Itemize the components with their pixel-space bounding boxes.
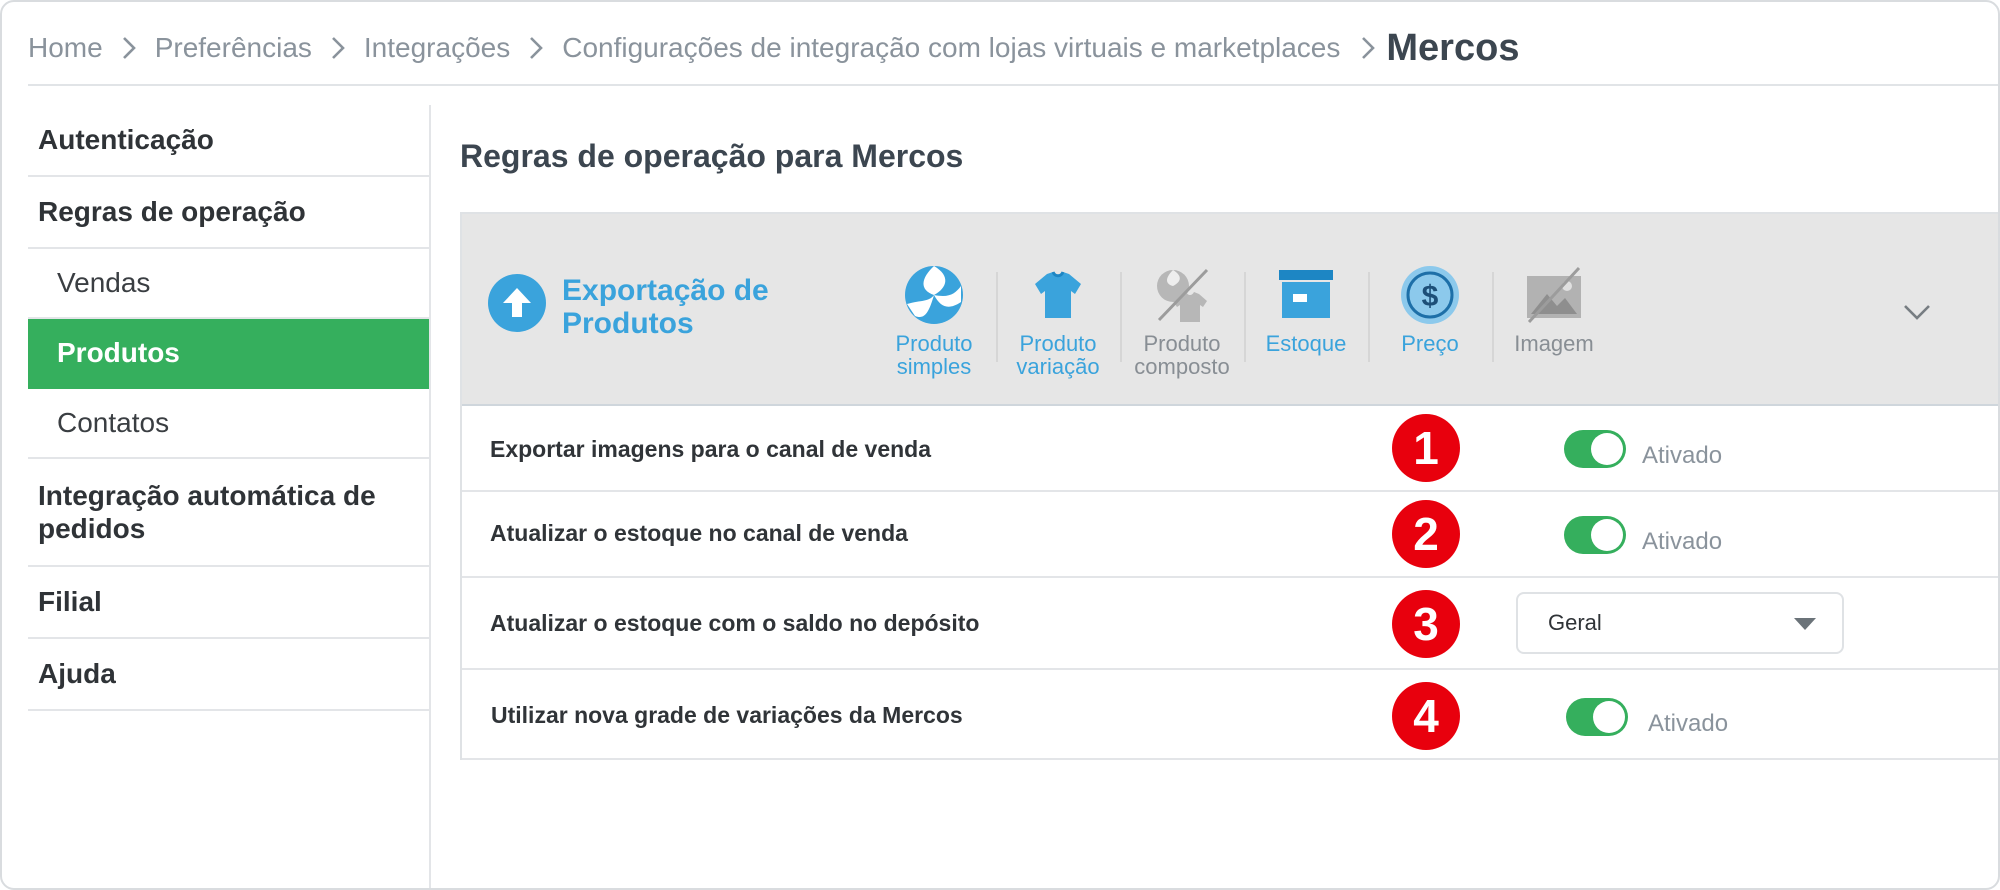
sidebar-item-label: Vendas (57, 267, 151, 298)
sidebar-item-label: Autenticação (38, 124, 214, 155)
toggle-status: Ativado (1642, 442, 1723, 469)
select-value: Geral (1548, 610, 1602, 635)
breadcrumb-integracoes[interactable]: Integrações (364, 32, 510, 64)
dollar-icon: $ (1401, 266, 1459, 324)
toggle-switch[interactable] (1566, 698, 1628, 736)
number-badge: 3 (1392, 590, 1460, 658)
tab-label: Produto simples (895, 331, 973, 379)
setting-row-exportar-imagens: Exportar imagens para o canal de venda 1… (462, 406, 1998, 492)
sidebar-divider (429, 105, 431, 888)
tab-estoque[interactable]: Estoque (1244, 264, 1368, 394)
sidebar-item-label: Produtos (57, 337, 180, 368)
svg-text:$: $ (1422, 280, 1439, 313)
sidebar-item-autenticacao[interactable]: Autenticação (28, 105, 431, 177)
sidebar-item-filial[interactable]: Filial (28, 567, 431, 639)
sidebar-item-regras-de-operacao[interactable]: Regras de operação (28, 177, 431, 249)
section-heading: Regras de operação para Mercos (460, 138, 964, 174)
tab-label: Estoque (1265, 331, 1347, 356)
tab-produto-simples[interactable]: Produto simples (872, 264, 996, 394)
tab-label: Preço (1401, 331, 1459, 356)
toggle-status: Ativado (1642, 528, 1723, 555)
chevron-down-icon[interactable] (1902, 302, 1932, 322)
tab-produto-composto[interactable]: Produto composto (1120, 264, 1244, 394)
setting-label: Utilizar nova grade de variações da Merc… (491, 702, 963, 728)
toggle-knob (1591, 433, 1623, 465)
beach-ball-icon (905, 266, 963, 324)
sidebar-item-integracao-automatica[interactable]: Integração automática de pedidos (28, 459, 431, 567)
toggle-knob (1591, 519, 1623, 551)
stock-box-icon (1279, 270, 1333, 318)
setting-row-atualizar-estoque: Atualizar o estoque no canal de venda 2 … (462, 492, 1998, 578)
product-type-tabs: Produto simples Produto variação Produto… (872, 264, 1616, 394)
deposito-select[interactable]: Geral (1516, 592, 1844, 654)
sidebar: Autenticação Regras de operação Vendas P… (28, 105, 431, 711)
chevron-right-icon (121, 35, 137, 61)
toggle-knob (1593, 701, 1625, 733)
tab-imagem[interactable]: Imagem (1492, 264, 1616, 394)
breadcrumb-configuracoes[interactable]: Configurações de integração com lojas vi… (562, 32, 1340, 64)
breadcrumb-home[interactable]: Home (28, 32, 103, 64)
setting-row-saldo-deposito: Atualizar o estoque com o saldo no depós… (462, 578, 1998, 670)
sidebar-item-label: Ajuda (38, 658, 116, 689)
toggle-switch[interactable] (1564, 516, 1626, 554)
number-badge: 2 (1392, 500, 1460, 568)
setting-row-nova-grade: Utilizar nova grade de variações da Merc… (462, 670, 1998, 760)
tab-produto-variacao[interactable]: Produto variação (996, 264, 1120, 394)
sidebar-item-vendas[interactable]: Vendas (28, 249, 431, 319)
tab-label: Produto composto (1134, 331, 1230, 379)
sidebar-item-contatos[interactable]: Contatos (28, 389, 431, 459)
sidebar-item-ajuda[interactable]: Ajuda (28, 639, 431, 711)
chevron-right-icon (528, 35, 544, 61)
setting-label: Exportar imagens para o canal de venda (490, 436, 931, 462)
sidebar-item-produtos[interactable]: Produtos (28, 319, 431, 389)
page-title: Mercos (1386, 26, 1520, 69)
setting-label: Atualizar o estoque no canal de venda (490, 520, 908, 546)
composite-product-icon (1157, 268, 1209, 322)
breadcrumb: Home Preferências Integrações Configuraç… (28, 20, 1998, 76)
sidebar-item-label: Regras de operação (38, 196, 306, 227)
breadcrumb-preferencias[interactable]: Preferências (155, 32, 312, 64)
toggle-status: Ativado (1648, 710, 1729, 737)
sidebar-item-label: Integração automática de pedidos (38, 480, 376, 544)
panel-header[interactable]: Exportação de Produtos Produto simples P… (462, 214, 1998, 406)
export-products-panel: Exportação de Produtos Produto simples P… (460, 212, 1998, 760)
setting-label: Atualizar o estoque com o saldo no depós… (490, 610, 980, 636)
sidebar-item-label: Filial (38, 586, 102, 617)
sidebar-item-label: Contatos (57, 407, 170, 438)
tab-label: Imagem (1514, 331, 1594, 356)
section-title: Exportação de Produtos (562, 274, 769, 340)
image-icon (1527, 266, 1581, 324)
app-window: Home Preferências Integrações Configuraç… (0, 0, 2000, 890)
chevron-right-icon (1360, 35, 1376, 61)
tab-preco[interactable]: $ Preço (1368, 264, 1492, 394)
chevron-right-icon (330, 35, 346, 61)
toggle-switch[interactable] (1564, 430, 1626, 468)
tab-label: Produto variação (1016, 331, 1100, 379)
number-badge: 4 (1392, 682, 1460, 750)
tshirt-icon (1035, 271, 1081, 318)
caret-down-icon (1794, 618, 1816, 630)
number-badge: 1 (1392, 414, 1460, 482)
header-divider (28, 84, 1998, 86)
upload-arrow-icon (488, 274, 546, 332)
